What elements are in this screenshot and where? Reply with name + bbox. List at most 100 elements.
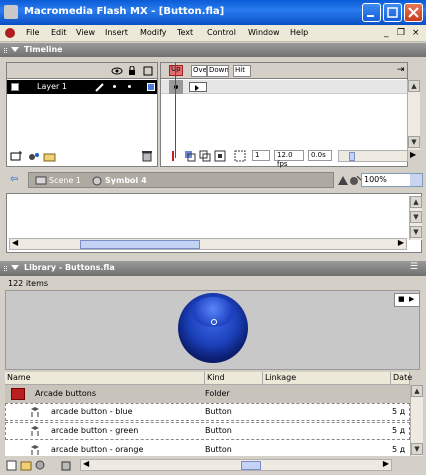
symbol-icon (92, 176, 102, 186)
library-options-icon[interactable]: ☰ (410, 262, 418, 272)
modify-onion-markers-icon[interactable] (234, 150, 246, 162)
stage-hscroll[interactable]: ◀ ▶ (9, 238, 407, 250)
new-symbol-icon[interactable] (6, 459, 18, 471)
edit-symbols-icon[interactable] (348, 173, 362, 187)
maximize-button[interactable] (383, 3, 402, 22)
menu-insert[interactable]: Insert (105, 28, 128, 37)
onion-skin-outlines-icon[interactable] (199, 150, 211, 162)
frame-label-down[interactable]: Down (207, 65, 229, 77)
column-date[interactable]: Date (391, 372, 412, 385)
stage-scroll-left-button[interactable]: ◀ (12, 238, 18, 247)
stage-scroll-down-button[interactable]: ▼ (410, 226, 422, 238)
library-footer: ◀ ▶ (0, 456, 426, 475)
lock-dot[interactable] (128, 85, 131, 88)
frame-label-over[interactable]: Over (191, 65, 207, 77)
layer-row[interactable]: Layer 1 (7, 80, 157, 94)
panel-grip-icon[interactable] (4, 48, 7, 53)
scroll-up-button[interactable]: ▲ (408, 80, 420, 92)
stop-icon[interactable]: ■ (398, 295, 405, 303)
timeline-hscroll[interactable] (338, 150, 408, 162)
table-row[interactable]: arcade button - green Button 5 д (5, 422, 410, 440)
playhead-line[interactable] (175, 63, 176, 158)
stage-scroll-thumb[interactable] (80, 240, 200, 249)
library-hscroll[interactable]: ◀ ▶ (80, 459, 392, 471)
doc-restore-button[interactable]: ❐ (397, 28, 405, 38)
layers-header (7, 63, 157, 79)
library-collapse-arrow-icon[interactable] (11, 265, 19, 270)
new-folder-icon[interactable] (20, 459, 32, 471)
visibility-dot[interactable] (113, 85, 116, 88)
column-name[interactable]: Name (5, 372, 205, 385)
collapse-arrow-icon[interactable] (11, 47, 19, 52)
edit-multiple-frames-icon[interactable] (214, 150, 226, 162)
scene-name[interactable]: Scene 1 (49, 176, 81, 185)
timeline-panel-header[interactable]: Timeline (0, 43, 426, 57)
chevron-down-icon[interactable] (410, 174, 422, 186)
library-grip-icon[interactable] (4, 266, 7, 271)
folder-icon (11, 388, 25, 400)
zoom-dropdown[interactable]: 100% (361, 173, 423, 187)
outline-color-box[interactable] (147, 83, 155, 91)
column-linkage[interactable]: Linkage (263, 372, 391, 385)
doc-close-button[interactable]: × (412, 28, 420, 38)
eye-icon[interactable] (111, 66, 123, 76)
play-icon[interactable]: ▶ (409, 295, 414, 303)
end-frame-cell[interactable] (189, 82, 207, 92)
table-row[interactable]: Arcade buttons Folder (5, 385, 410, 403)
delete-item-icon[interactable] (60, 459, 72, 471)
library-scroll-down-button[interactable]: ▼ (411, 443, 423, 455)
menu-help[interactable]: Help (290, 28, 308, 37)
button-symbol-icon (31, 445, 39, 455)
back-arrow-icon[interactable]: ⇦ (10, 174, 18, 185)
table-row[interactable]: arcade button - blue Button 5 д (5, 403, 410, 421)
doc-minimize-button[interactable]: _ (384, 28, 389, 38)
scroll-right-button[interactable]: ▶ (410, 150, 416, 159)
library-scroll-left-button[interactable]: ◀ (83, 459, 89, 468)
layer-name: Layer 1 (37, 82, 67, 91)
document-icon[interactable] (5, 28, 15, 38)
outline-icon[interactable] (143, 66, 153, 76)
close-button[interactable] (404, 3, 423, 22)
lock-icon[interactable] (127, 66, 137, 76)
stage-scroll-mid-button[interactable]: ▼ (410, 211, 422, 223)
frame-label-hit[interactable]: Hit (233, 65, 251, 77)
symbol-name[interactable]: Symbol 4 (105, 176, 147, 185)
stage-scroll-up-button[interactable]: ▲ (410, 196, 422, 208)
onion-skin-icon[interactable] (184, 150, 196, 162)
menu-view[interactable]: View (76, 28, 95, 37)
menu-file[interactable]: File (26, 28, 39, 37)
stage[interactable]: ▲ ▼ ▼ ◀ ▶ (6, 193, 422, 253)
scroll-thumb[interactable] (349, 152, 355, 161)
library-scroll-thumb[interactable] (241, 461, 261, 470)
timeline-options-icon[interactable]: ⇥ (397, 65, 405, 75)
menu-text[interactable]: Text (177, 28, 193, 37)
properties-icon[interactable] (34, 459, 46, 471)
frame-label-up[interactable]: Up (170, 65, 183, 77)
library-vscroll[interactable]: ▲ ▼ (410, 385, 423, 457)
keyframe-cell[interactable] (169, 80, 183, 94)
preview-play-controls[interactable]: ■ ▶ (394, 293, 420, 307)
frame-row[interactable] (161, 80, 407, 94)
flash-app-icon (4, 5, 18, 19)
library-subheader: 122 items (0, 277, 426, 290)
menu-edit[interactable]: Edit (51, 28, 67, 37)
scroll-down-button[interactable]: ▼ (408, 136, 420, 148)
menu-bar: File Edit View Insert Modify Text Contro… (0, 25, 426, 42)
minimize-button[interactable] (362, 3, 381, 22)
layer-icon (11, 83, 19, 91)
stage-scroll-right-button[interactable]: ▶ (398, 238, 404, 247)
row-date: 5 д (392, 426, 406, 435)
timeline-footer: 1 12.0 fps 0.0s ▶ (6, 148, 416, 168)
center-frame-icon[interactable] (168, 150, 178, 162)
menu-modify[interactable]: Modify (140, 28, 167, 37)
library-scroll-up-button[interactable]: ▲ (411, 385, 423, 397)
menu-window[interactable]: Window (248, 28, 280, 37)
stage-vscroll[interactable]: ▲ ▼ ▼ (409, 196, 422, 240)
row-name: arcade button - orange (51, 445, 144, 454)
menu-control[interactable]: Control (207, 28, 236, 37)
button-symbol-icon (31, 407, 39, 417)
library-panel-header[interactable]: Library - Buttons.fla ☰ (0, 261, 426, 276)
timeline-vscroll[interactable]: ▲ ▼ (407, 80, 420, 150)
column-kind[interactable]: Kind (205, 372, 263, 385)
library-scroll-right-button[interactable]: ▶ (383, 459, 389, 468)
